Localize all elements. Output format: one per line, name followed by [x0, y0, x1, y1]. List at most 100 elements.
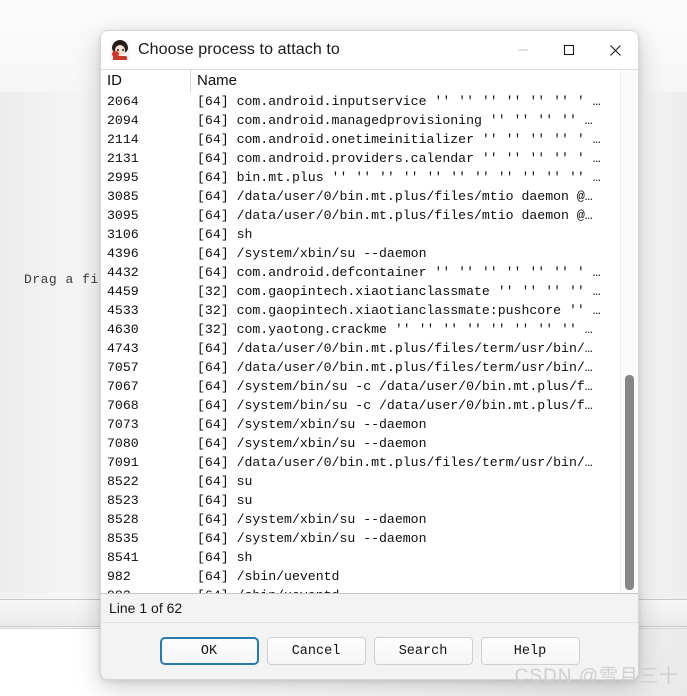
process-row[interactable]: 3106 [64] sh — [101, 225, 620, 244]
process-row[interactable]: 7091 [64] /data/user/0/bin.mt.plus/files/… — [101, 453, 620, 472]
process-row-name: [64] com.android.providers.calendar '' '… — [197, 151, 601, 166]
process-row-id: 7091 — [107, 455, 139, 470]
avatar-icon — [110, 40, 130, 60]
process-row-id: 8523 — [107, 493, 139, 508]
process-row[interactable]: 3095 [64] /data/user/0/bin.mt.plus/files/… — [101, 206, 620, 225]
process-row[interactable]: 8522 [64] su — [101, 472, 620, 491]
process-row-id: 3095 — [107, 208, 139, 223]
process-row[interactable]: 2094 [64] com.android.managedprovisioning… — [101, 111, 620, 130]
process-row-name: [64] /system/xbin/su --daemon — [197, 246, 427, 261]
minimize-icon[interactable] — [500, 31, 546, 69]
process-list-header: ID Name — [101, 70, 620, 92]
process-row-id: 7057 — [107, 360, 139, 375]
process-row-id: 2064 — [107, 94, 139, 109]
screen: Drag a fi Choose process to attach to ID… — [0, 0, 687, 696]
process-row-name: [64] /data/user/0/bin.mt.plus/files/term… — [197, 341, 593, 356]
process-row-id: 4432 — [107, 265, 139, 280]
process-row-name: [32] com.yaotong.crackme '' '' '' '' '' … — [197, 322, 593, 337]
process-row-name: [64] com.android.defcontainer '' '' '' '… — [197, 265, 601, 280]
process-row-id: 4533 — [107, 303, 139, 318]
process-row-name: [64] /system/bin/su -c /data/user/0/bin.… — [197, 379, 593, 394]
process-row-id: 4743 — [107, 341, 139, 356]
process-row-name: [64] su — [197, 474, 253, 489]
process-row-id: 8522 — [107, 474, 139, 489]
close-icon[interactable] — [592, 31, 638, 69]
process-row-name: [64] /system/xbin/su --daemon — [197, 531, 427, 546]
process-row[interactable]: 983[64] /sbin/ueventd — [101, 586, 620, 593]
background-drag-hint: Drag a fi — [24, 272, 99, 287]
status-line-count: Line 1 of 62 — [109, 600, 183, 616]
process-row-name: [64] com.android.inputservice '' '' '' '… — [197, 94, 601, 109]
process-row-id: 8541 — [107, 550, 139, 565]
process-row-id: 8535 — [107, 531, 139, 546]
process-row-name: [64] /system/xbin/su --daemon — [197, 417, 427, 432]
process-row-id: 2114 — [107, 132, 139, 147]
process-row-name: [64] com.android.managedprovisioning '' … — [197, 113, 593, 128]
process-row[interactable]: 4630 [32] com.yaotong.crackme '' '' '' ''… — [101, 320, 620, 339]
process-row-name: [64] su — [197, 493, 253, 508]
scrollbar-thumb[interactable] — [625, 375, 634, 590]
dialog-title: Choose process to attach to — [138, 41, 340, 58]
process-row[interactable]: 8541 [64] sh — [101, 548, 620, 567]
process-row-name: [64] /data/user/0/bin.mt.plus/files/mtio… — [197, 208, 593, 223]
process-row-id: 2995 — [107, 170, 139, 185]
maximize-icon[interactable] — [546, 31, 592, 69]
process-row[interactable]: 4459 [32] com.gaopintech.xiaotianclassmat… — [101, 282, 620, 301]
process-row[interactable]: 8523 [64] su — [101, 491, 620, 510]
process-row-name: [32] com.gaopintech.xiaotianclassmate:pu… — [197, 303, 601, 318]
process-row-id: 7068 — [107, 398, 139, 413]
process-row[interactable]: 7073 [64] /system/xbin/su --daemon — [101, 415, 620, 434]
process-row[interactable]: 982 [64] /sbin/ueventd — [101, 567, 620, 586]
process-row[interactable]: 3085 [64] /data/user/0/bin.mt.plus/files/… — [101, 187, 620, 206]
process-row[interactable]: 2995 [64] bin.mt.plus '' '' '' '' '' '' '… — [101, 168, 620, 187]
process-row-name: [64] /sbin/ueventd — [197, 569, 340, 584]
process-row[interactable]: 4396 [64] /system/xbin/su --daemon — [101, 244, 620, 263]
process-row[interactable]: 2064 [64] com.android.inputservice '' '' … — [101, 92, 620, 111]
process-row-id: 8528 — [107, 512, 139, 527]
process-row-name: [64] /data/user/0/bin.mt.plus/files/term… — [197, 360, 593, 375]
process-row-name: [64] /system/xbin/su --daemon — [197, 436, 427, 451]
column-header-name[interactable]: Name — [191, 70, 620, 92]
ok-button[interactable]: OK — [159, 637, 259, 665]
process-row[interactable]: 2114 [64] com.android.onetimeinitializer … — [101, 130, 620, 149]
column-header-id[interactable]: ID — [101, 70, 191, 92]
process-row-id: 7080 — [107, 436, 139, 451]
cancel-button[interactable]: Cancel — [266, 637, 366, 665]
process-row[interactable]: 8528 [64] /system/xbin/su --daemon — [101, 510, 620, 529]
process-row-id: 3085 — [107, 189, 139, 204]
process-row-name: [64] com.android.onetimeinitializer '' '… — [197, 132, 601, 147]
process-row-id: 4630 — [107, 322, 139, 337]
process-row-name: [64] /system/bin/su -c /data/user/0/bin.… — [197, 398, 593, 413]
process-row[interactable]: 4743 [64] /data/user/0/bin.mt.plus/files/… — [101, 339, 620, 358]
process-row-id: 2094 — [107, 113, 139, 128]
process-rows: 2064 [64] com.android.inputservice '' '' … — [101, 92, 620, 593]
process-row-name: [64] sh — [197, 550, 253, 565]
process-row-name: [64] /sbin/ueventd — [191, 588, 620, 593]
process-row[interactable]: 4432 [64] com.android.defcontainer '' '' … — [101, 263, 620, 282]
process-row[interactable]: 7068 [64] /system/bin/su -c /data/user/0/… — [101, 396, 620, 415]
process-row-name: [64] /data/user/0/bin.mt.plus/files/mtio… — [197, 189, 593, 204]
process-list-body[interactable]: ID Name 2064 [64] com.android.inputservic… — [101, 70, 620, 593]
process-row-id: 7073 — [107, 417, 139, 432]
process-row-name: [32] com.gaopintech.xiaotianclassmate ''… — [197, 284, 601, 299]
dialog-titlebar[interactable]: Choose process to attach to — [101, 31, 638, 69]
process-row[interactable]: 7080 [64] /system/xbin/su --daemon — [101, 434, 620, 453]
process-list[interactable]: ID Name 2064 [64] com.android.inputservic… — [101, 69, 638, 594]
window-controls — [500, 31, 638, 69]
process-row[interactable]: 7057 [64] /data/user/0/bin.mt.plus/files/… — [101, 358, 620, 377]
process-row-name: [64] sh — [197, 227, 253, 242]
process-row[interactable]: 4533 [32] com.gaopintech.xiaotianclassmat… — [101, 301, 620, 320]
search-button[interactable]: Search — [373, 637, 473, 665]
process-row[interactable]: 7067 [64] /system/bin/su -c /data/user/0/… — [101, 377, 620, 396]
choose-process-dialog: Choose process to attach to ID Name 2064… — [100, 30, 639, 680]
process-row-id: 982 — [107, 569, 131, 584]
dialog-statusbar: Line 1 of 62 — [101, 594, 638, 623]
process-row-id: 7067 — [107, 379, 139, 394]
process-row-id: 4459 — [107, 284, 139, 299]
process-row[interactable]: 8535 [64] /system/xbin/su --daemon — [101, 529, 620, 548]
process-row-id: 983 — [101, 588, 191, 593]
process-row-id: 4396 — [107, 246, 139, 261]
list-scrollbar[interactable] — [620, 70, 638, 593]
process-row[interactable]: 2131 [64] com.android.providers.calendar … — [101, 149, 620, 168]
process-row-name: [64] /system/xbin/su --daemon — [197, 512, 427, 527]
